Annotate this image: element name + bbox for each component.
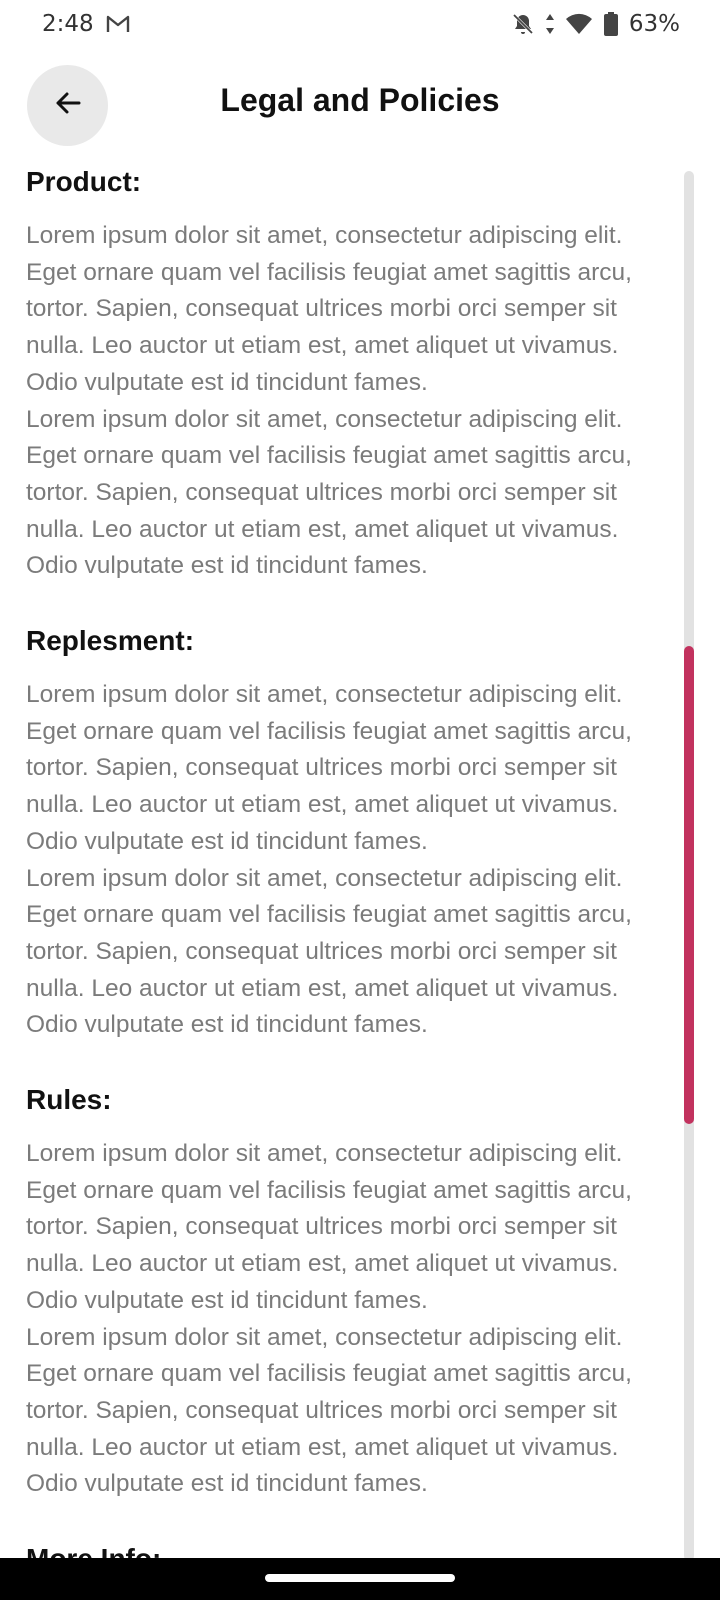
section-heading: Replesment: [26,625,195,657]
bell-off-icon [511,12,535,36]
section-heading: Rules: [26,1084,112,1116]
section-paragraph: Lorem ipsum dolor sit amet, consectetur … [26,864,632,1039]
section-rules: Rules: Lorem ipsum dolor sit amet, conse… [26,1084,666,1503]
section-paragraph: Lorem ipsum dolor sit amet, consectetur … [26,1140,632,1314]
wifi-icon [565,12,593,36]
section-paragraph: Lorem ipsum dolor sit amet, consectetur … [26,405,632,580]
section-replesment: Replesment: Lorem ipsum dolor sit amet, … [26,625,666,1044]
home-indicator[interactable] [265,1574,455,1582]
page-title: Legal and Policies [220,82,500,118]
status-left: 2:48 [42,11,130,37]
battery-percent: 63% [628,11,680,37]
section-heading: Product: [26,166,142,197]
section-paragraph: Lorem ipsum dolor sit amet, consectetur … [26,222,632,396]
navigation-bar [0,1558,720,1600]
section-paragraph: Lorem ipsum dolor sit amet, consectetur … [26,1323,632,1498]
policies-content[interactable]: Product: Lorem ipsum dolor sit amet, con… [26,152,666,1558]
app-bar: Legal and Policies [0,64,720,146]
gmail-icon [106,14,130,34]
section-product: Product: Lorem ipsum dolor sit amet, con… [26,166,666,585]
status-time: 2:48 [42,11,94,37]
scrollbar-thumb[interactable] [684,646,694,1124]
section-paragraph: Lorem ipsum dolor sit amet, consectetur … [26,681,632,855]
status-bar: 2:48 63% [0,0,720,48]
status-right: 63% [511,11,680,37]
battery-icon [603,11,619,37]
section-heading: More Info: [26,1543,666,1558]
data-arrows-icon [545,12,555,36]
section-more-info: More Info: [26,1543,666,1558]
